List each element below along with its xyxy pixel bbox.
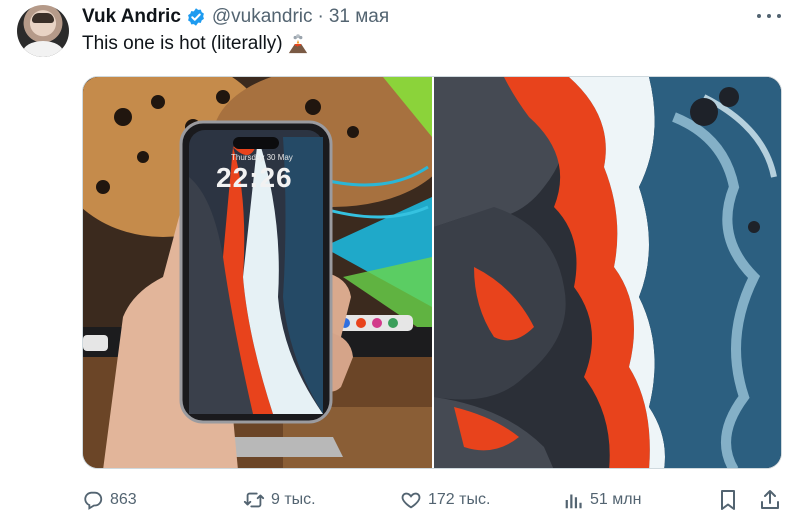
tweet-media[interactable]: Thursday 30 May 22:26: [82, 76, 782, 469]
views-count: 51 млн: [590, 491, 642, 508]
phone-photo-illustration: [83, 77, 432, 468]
tweet-body: This one is hot (literally): [82, 33, 283, 54]
heart-icon: [401, 492, 421, 509]
phone-lock-time: 22:26: [216, 162, 293, 193]
wallpaper-illustration: [434, 77, 781, 468]
author-name[interactable]: Vuk Andric: [82, 6, 181, 28]
more-options-icon[interactable]: [757, 7, 781, 25]
reply-count: 863: [110, 491, 137, 508]
views-button[interactable]: 51 млн: [562, 485, 641, 515]
verified-badge-icon: [187, 8, 204, 26]
reply-button[interactable]: 863: [82, 485, 137, 515]
retweet-count: 9 тыс.: [271, 491, 316, 508]
tweet-date[interactable]: 31 мая: [329, 6, 389, 28]
phone-lock-date: Thursday 30 May: [231, 153, 293, 162]
retweet-button[interactable]: 9 тыс.: [243, 485, 316, 515]
like-button[interactable]: 172 тыс.: [400, 485, 490, 515]
views-chart-icon: [565, 494, 582, 509]
photo-hand-holding-phone[interactable]: Thursday 30 May 22:26: [83, 77, 432, 468]
tweet-actions-bar: 863 9 тыс. 172 тыс. 51 млн: [82, 485, 782, 515]
avatar[interactable]: [17, 5, 69, 57]
volcano-icon: [288, 34, 307, 54]
photo-lava-ocean-wallpaper[interactable]: [434, 77, 781, 468]
tweet-header: Vuk Andric @vukandric · 31 мая: [82, 6, 389, 28]
author-handle[interactable]: @vukandric: [212, 6, 313, 28]
separator-dot: ·: [317, 6, 324, 27]
like-count: 172 тыс.: [428, 491, 491, 508]
tweet-text: This one is hot (literally): [82, 33, 309, 55]
share-icon[interactable]: [758, 488, 782, 512]
reply-icon: [84, 491, 103, 510]
retweet-icon: [243, 492, 265, 508]
bookmark-icon[interactable]: [716, 488, 740, 512]
